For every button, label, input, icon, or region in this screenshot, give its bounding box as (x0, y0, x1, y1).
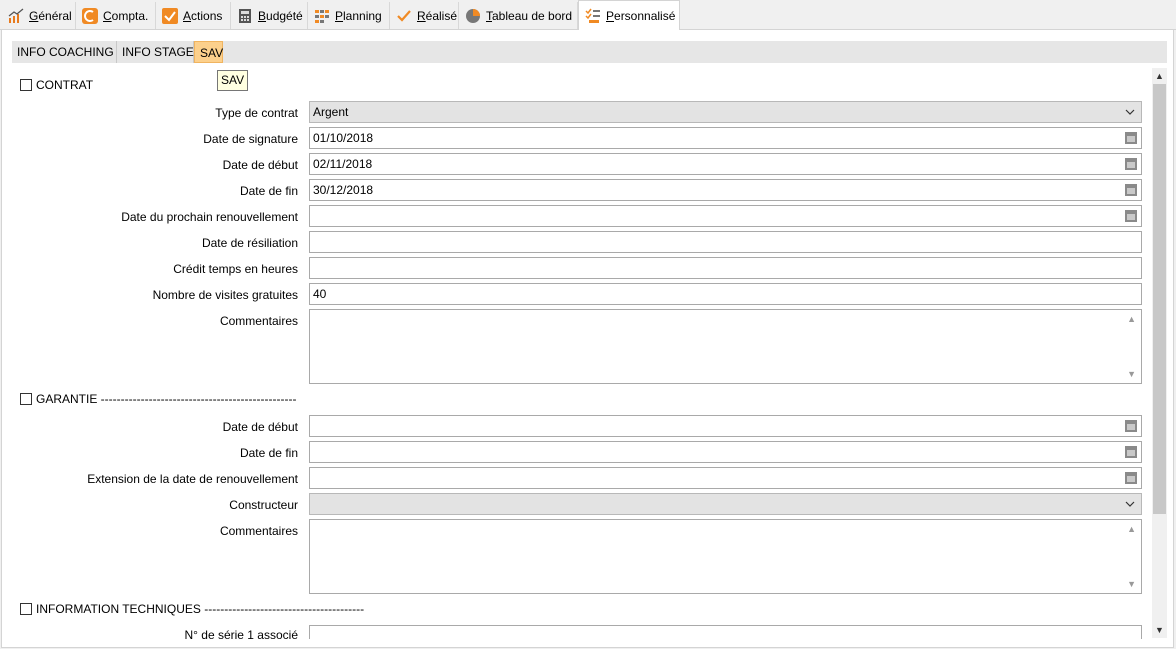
calendar-icon[interactable] (1123, 209, 1139, 223)
scroll-down-icon[interactable]: ▼ (1127, 369, 1136, 379)
tab-label: Actions (183, 8, 223, 23)
extension-label: Extension de la date de renouvellement (87, 472, 298, 486)
chevron-down-icon[interactable] (1123, 497, 1137, 511)
vertical-scrollbar[interactable]: ▲ ▼ (1152, 68, 1167, 638)
subtab-sav[interactable]: SAV (194, 41, 223, 63)
date-signature-value: 01/10/2018 (313, 131, 374, 145)
tab-planning[interactable]: Planning (308, 2, 390, 29)
date-fin-field[interactable]: 30/12/2018 (309, 179, 1142, 201)
checkbox-check-icon (162, 7, 178, 24)
tab-label: Budgété (258, 8, 303, 23)
date-debut-label: Date de début (222, 158, 298, 172)
section-title: INFORMATION TECHNIQUES -----------------… (36, 602, 365, 616)
date-debut-value: 02/11/2018 (313, 157, 373, 171)
tab-personnalise[interactable]: Personnalisé (578, 0, 680, 30)
tab-general[interactable]: Général (2, 2, 76, 29)
serie-label: N° de série 1 associé (184, 628, 298, 642)
contrat-commentaires-textarea[interactable]: ▲ ▼ (309, 309, 1142, 384)
compta-icon (82, 7, 98, 24)
chart-up-icon (8, 8, 24, 24)
tab-budgete[interactable]: Budgété (231, 2, 308, 29)
garantie-checkbox[interactable] (20, 393, 32, 405)
techniques-checkbox[interactable] (20, 603, 32, 615)
date-renouvellement-label: Date du prochain renouvellement (121, 210, 298, 224)
tab-label: Tableau de bord (486, 8, 573, 23)
type-contrat-label: Type de contrat (215, 106, 298, 120)
date-resiliation-label: Date de résiliation (201, 236, 298, 250)
calendar-icon[interactable] (1123, 471, 1139, 485)
tab-realise[interactable]: Réalisé (390, 2, 459, 29)
contrat-checkbox[interactable] (20, 79, 32, 91)
subtab-info-coaching[interactable]: INFO COACHING (12, 41, 117, 63)
visites-gratuites-label: Nombre de visites gratuites (152, 288, 298, 302)
commentaires-label: Commentaires (219, 314, 298, 328)
calendar-icon[interactable] (1123, 419, 1139, 433)
credit-temps-label: Crédit temps en heures (173, 262, 298, 276)
section-title: GARANTIE -------------------------------… (36, 392, 297, 406)
tab-label: Général (29, 8, 72, 23)
date-signature-field[interactable]: 01/10/2018 (309, 127, 1142, 149)
personalize-icon (585, 8, 601, 24)
calendar-icon[interactable] (1123, 131, 1139, 145)
type-contrat-select[interactable]: Argent (309, 101, 1142, 123)
tab-label: Personnalisé (606, 8, 676, 23)
pie-chart-icon (465, 8, 481, 24)
date-renouvellement-field[interactable] (309, 205, 1142, 227)
garantie-date-debut-label: Date de début (222, 420, 298, 434)
chevron-down-icon[interactable] (1123, 105, 1137, 119)
scrollbar-thumb[interactable] (1153, 84, 1166, 514)
serie-field[interactable] (309, 625, 1142, 639)
type-contrat-value: Argent (313, 105, 349, 119)
section-title: CONTRAT (36, 78, 94, 92)
visites-gratuites-field[interactable]: 40 (309, 283, 1142, 305)
credit-temps-field[interactable] (309, 257, 1142, 279)
scroll-up-icon[interactable]: ▲ (1127, 524, 1136, 534)
content-panel: INFO COACHING INFO STAGE SAV SAV CONTRAT… (1, 30, 1174, 648)
tab-actions[interactable]: Actions (156, 2, 231, 29)
tab-tableau-de-bord[interactable]: Tableau de bord (459, 2, 578, 29)
tab-label: Planning (335, 8, 382, 23)
garantie-date-fin-field[interactable] (309, 441, 1142, 463)
calculator-icon (237, 8, 253, 24)
section-garantie[interactable]: GARANTIE -------------------------------… (20, 391, 296, 407)
calendar-icon[interactable] (1123, 183, 1139, 197)
tab-label: Compta. (103, 8, 149, 23)
section-information-techniques[interactable]: INFORMATION TECHNIQUES -----------------… (20, 601, 364, 617)
garantie-commentaires-textarea[interactable]: ▲ ▼ (309, 519, 1142, 594)
garantie-commentaires-label: Commentaires (219, 524, 298, 538)
scroll-up-icon[interactable]: ▲ (1127, 314, 1136, 324)
tab-label: Réalisé (417, 8, 458, 23)
scroll-down-arrow-icon[interactable]: ▼ (1152, 622, 1167, 638)
constructeur-select[interactable] (309, 493, 1142, 515)
extension-field[interactable] (309, 467, 1142, 489)
scroll-up-arrow-icon[interactable]: ▲ (1152, 68, 1167, 84)
tooltip: SAV (217, 70, 249, 91)
garantie-date-debut-field[interactable] (309, 415, 1142, 437)
date-fin-value: 30/12/2018 (313, 183, 374, 197)
date-fin-label: Date de fin (239, 184, 298, 198)
constructeur-label: Constructeur (229, 498, 298, 512)
date-resiliation-field[interactable] (309, 231, 1142, 253)
tab-bar: Général Compta. Actions Budgété Planning… (0, 0, 1176, 30)
planning-icon (314, 8, 330, 24)
tab-compta[interactable]: Compta. (76, 2, 156, 29)
date-signature-label: Date de signature (203, 132, 298, 146)
subtab-bar: INFO COACHING INFO STAGE SAV (12, 41, 1167, 63)
subtab-info-stage[interactable]: INFO STAGE (117, 41, 194, 63)
scroll-down-icon[interactable]: ▼ (1127, 579, 1136, 589)
check-icon (396, 8, 412, 24)
garantie-date-fin-label: Date de fin (239, 446, 298, 460)
date-debut-field[interactable]: 02/11/2018 (309, 153, 1142, 175)
calendar-icon[interactable] (1123, 157, 1139, 171)
section-contrat[interactable]: CONTRAT (20, 77, 93, 93)
calendar-icon[interactable] (1123, 445, 1139, 459)
